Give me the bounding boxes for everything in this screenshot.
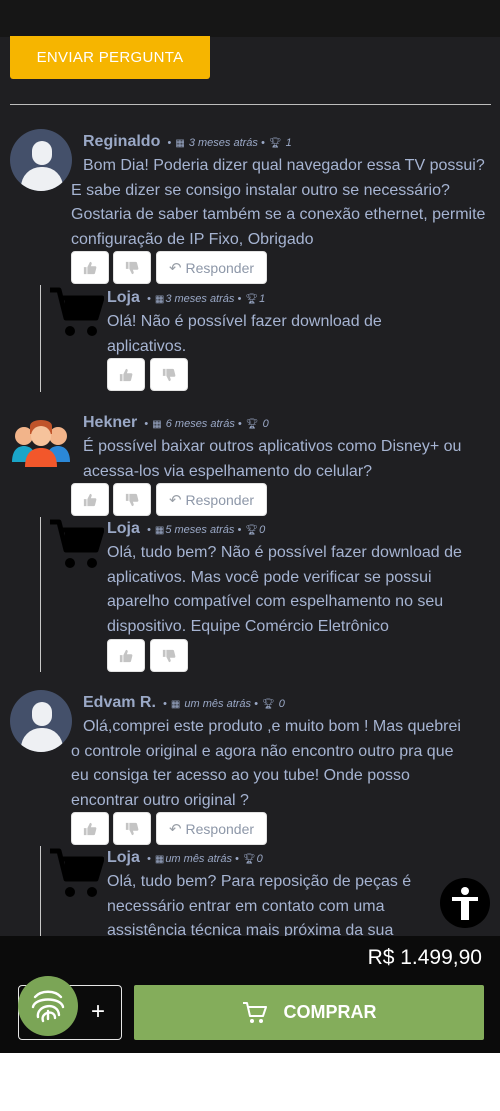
like-button[interactable] [71, 483, 109, 516]
avatar [10, 129, 72, 191]
thumbs-down-icon [125, 822, 139, 835]
dislike-button[interactable] [113, 483, 151, 516]
top-bar [0, 0, 500, 37]
calendar-icon: ▦ [154, 294, 165, 305]
calendar-icon: ▦ [175, 138, 185, 149]
reply-thread-line [40, 846, 41, 936]
dislike-button[interactable] [113, 251, 151, 284]
thumbs-up-icon [83, 261, 97, 274]
fingerprint-button[interactable] [18, 976, 78, 1036]
cart-icon [50, 519, 104, 568]
avatar [10, 690, 72, 752]
comment-author: Hekner [83, 414, 138, 431]
buy-button[interactable]: COMPRAR [134, 985, 484, 1040]
reply-thread-line [40, 517, 41, 672]
answer-meta: Loja • ▦3 meses atrás • 🏆︎1 [107, 289, 266, 306]
product-price: R$ 1.499,90 [367, 946, 482, 969]
send-question-button[interactable]: ENVIAR PERGUNTA [10, 36, 210, 79]
comment-score: 0 [278, 698, 285, 710]
comment-date: 3 meses atrás [188, 137, 258, 149]
divider [10, 104, 491, 105]
reply-label: Responder [185, 259, 255, 276]
comment-meta: Edvam R. • ▦ um mês atrás • 🏆︎ 0 [83, 694, 285, 711]
answer-meta: Loja • ▦5 meses atrás • 🏆︎0 [107, 520, 266, 537]
trophy-icon: 🏆︎ [262, 699, 275, 710]
thumbs-down-icon [162, 368, 176, 381]
answer-score: 0 [259, 524, 266, 536]
comment-date: 6 meses atrás [165, 418, 235, 430]
answer-author: Loja [107, 849, 140, 866]
trophy-icon: 🏆︎ [268, 138, 282, 149]
trophy-icon: 🏆︎ [242, 854, 256, 865]
buy-label: COMPRAR [283, 1002, 377, 1022]
comment-score: 1 [285, 137, 292, 149]
comment-text: É possível baixar outros aplicativos com… [83, 438, 462, 480]
thumbs-up-icon [119, 649, 133, 662]
reply-button[interactable]: ↶ Responder [156, 483, 267, 516]
comment-author: Edvam R. [83, 694, 156, 711]
thumbs-down-icon [125, 261, 139, 274]
fingerprint-icon [31, 990, 65, 1023]
answer-date: 3 meses atrás [165, 293, 235, 305]
cart-icon [242, 1001, 267, 1023]
comment-meta: Hekner • ▦ 6 meses atrás • 🏆︎ 0 [83, 414, 269, 431]
reply-thread-line [40, 285, 41, 392]
thumbs-up-icon [119, 368, 133, 381]
reply-label: Responder [185, 491, 255, 508]
avatar [12, 420, 70, 467]
qa-section: ENVIAR PERGUNTA Reginaldo • ▦ 3 meses at… [0, 0, 500, 1053]
calendar-icon: ▦ [154, 525, 165, 536]
answer-text: Olá! Não é possível fazer download de ap… [107, 313, 382, 355]
trophy-icon: 🏆︎ [245, 525, 259, 536]
calendar-icon: ▦ [170, 699, 181, 710]
trophy-icon: 🏆︎ [245, 419, 259, 430]
calendar-icon: ▦ [154, 854, 165, 865]
like-button[interactable] [71, 251, 109, 284]
answer-date: 5 meses atrás [165, 524, 235, 536]
cart-icon [50, 848, 104, 897]
dislike-button[interactable] [150, 639, 188, 672]
dislike-button[interactable] [113, 812, 151, 845]
comment-text: Bom Dia! Poderia dizer qual navegador es… [71, 157, 486, 248]
answer-text: Olá, tudo bem? Não é possível fazer down… [107, 544, 462, 635]
like-button[interactable] [107, 358, 145, 391]
answer-text: Olá, tudo bem? Para reposição de peças é… [107, 873, 412, 939]
answer-date: um mês atrás [165, 853, 232, 865]
thumbs-down-icon [162, 649, 176, 662]
comment-score: 0 [262, 418, 269, 430]
thumbs-up-icon [83, 822, 97, 835]
reply-arrow-icon: ↶ [168, 820, 182, 838]
answer-score: 1 [259, 293, 266, 305]
comment-date: um mês atrás [184, 698, 252, 710]
calendar-icon: ▦ [152, 419, 162, 430]
quantity-plus-button[interactable]: + [91, 998, 105, 1026]
reply-button[interactable]: ↶ Responder [156, 812, 267, 845]
comment-author: Reginaldo [83, 133, 161, 150]
answer-author: Loja [107, 520, 140, 537]
accessibility-icon [452, 887, 478, 920]
like-button[interactable] [71, 812, 109, 845]
reply-button[interactable]: ↶ Responder [156, 251, 267, 284]
thumbs-up-icon [83, 493, 97, 506]
comment-meta: Reginaldo • ▦ 3 meses atrás • 🏆︎ 1 [83, 133, 292, 150]
accessibility-button[interactable] [440, 878, 490, 928]
thumbs-down-icon [125, 493, 139, 506]
reply-arrow-icon: ↶ [168, 259, 182, 277]
answer-meta: Loja • ▦um mês atrás • 🏆︎0 [107, 849, 263, 866]
answer-author: Loja [107, 289, 140, 306]
reply-arrow-icon: ↶ [168, 491, 182, 509]
trophy-icon: 🏆︎ [245, 294, 259, 305]
dislike-button[interactable] [150, 358, 188, 391]
answer-score: 0 [256, 853, 263, 865]
like-button[interactable] [107, 639, 145, 672]
comment-text: Olá,comprei este produto ,e muito bom ! … [71, 718, 461, 809]
cart-icon [50, 287, 104, 336]
reply-label: Responder [185, 820, 255, 837]
